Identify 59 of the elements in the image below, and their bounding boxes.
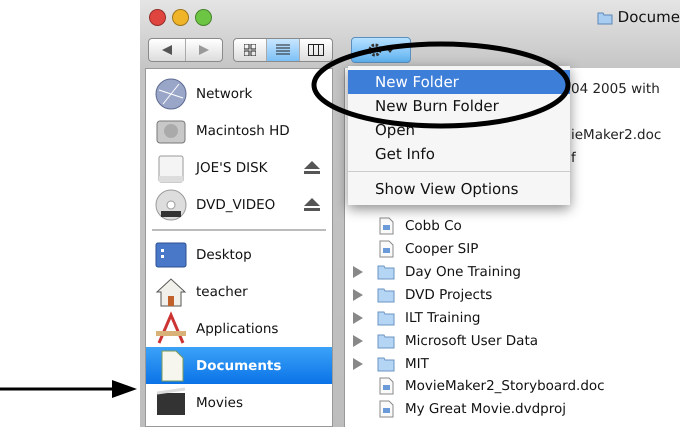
file-name[interactable]: ILT Training	[405, 310, 480, 326]
list-view-button[interactable]	[267, 38, 300, 60]
sidebar-item[interactable]: DVD_VIDEO	[146, 186, 332, 223]
sidebar-item[interactable]: teacher	[146, 273, 332, 310]
sidebar-item[interactable]: JOE'S DISK	[146, 149, 332, 186]
menu-item[interactable]: New Folder	[348, 70, 570, 94]
sidebar-item[interactable]: Network	[146, 75, 332, 112]
sidebar-item-icon	[153, 310, 189, 346]
sidebar-item[interactable]: Documents	[146, 347, 332, 384]
disclosure-triangle-icon[interactable]	[353, 334, 363, 347]
file-name[interactable]: Cobb Co	[405, 218, 462, 234]
sidebar-item-icon	[153, 76, 189, 112]
folder-icon	[377, 264, 395, 280]
menu-item[interactable]: Show View Options	[348, 177, 570, 201]
sidebar-item[interactable]: Applications	[146, 310, 332, 347]
file-name[interactable]: Cooper SIP	[405, 241, 478, 258]
document-icon	[377, 377, 395, 396]
forward-icon	[198, 44, 210, 54]
sidebar-item-icon	[153, 186, 189, 222]
eject-icon[interactable]	[304, 161, 320, 174]
folder-icon	[596, 10, 613, 24]
minimize-button[interactable]	[172, 8, 189, 26]
menu-item[interactable]: Get Info	[348, 142, 570, 166]
folder-icon	[377, 356, 395, 372]
sidebar-item[interactable]: Desktop	[146, 236, 332, 273]
sidebar-item[interactable]: Movies	[146, 384, 332, 421]
document-icon	[377, 217, 395, 236]
menu-item[interactable]: New Burn Folder	[348, 94, 570, 118]
document-icon	[377, 400, 395, 418]
grid-icon	[244, 44, 256, 56]
folder-icon	[377, 310, 395, 326]
back-forward-buttons[interactable]	[148, 38, 223, 62]
file-name: 04 2005 with	[571, 81, 660, 98]
view-mode-control[interactable]	[233, 38, 333, 62]
window-title: Docume	[618, 8, 680, 26]
file-name[interactable]: Day One Training	[405, 264, 521, 280]
gear-icon	[367, 42, 395, 58]
folder-icon	[377, 332, 395, 349]
folder-icon	[377, 287, 395, 304]
columns-icon	[308, 44, 324, 56]
disclosure-triangle-icon[interactable]	[353, 358, 363, 370]
file-name: ieMaker2.doc	[571, 127, 662, 144]
menu-item[interactable]: Open	[348, 118, 570, 142]
disclosure-triangle-icon[interactable]	[353, 289, 363, 302]
list-icon	[276, 44, 290, 55]
close-button[interactable]	[149, 8, 166, 26]
disclosure-triangle-icon[interactable]	[353, 312, 363, 324]
file-name: f	[571, 150, 576, 166]
file-name[interactable]: My Great Movie.dvdproj	[405, 401, 566, 418]
file-name[interactable]: MIT	[405, 356, 429, 372]
file-name[interactable]: DVD Projects	[405, 287, 492, 304]
file-name[interactable]: MovieMaker2_Storyboard.doc	[405, 378, 605, 394]
disclosure-triangle-icon[interactable]	[353, 266, 363, 278]
document-icon	[377, 240, 395, 258]
back-icon	[161, 44, 173, 54]
sidebar-item[interactable]: Macintosh HD	[146, 112, 332, 149]
file-name[interactable]: Microsoft User Data	[405, 332, 538, 349]
zoom-button[interactable]	[195, 8, 212, 26]
eject-icon[interactable]	[304, 198, 320, 211]
